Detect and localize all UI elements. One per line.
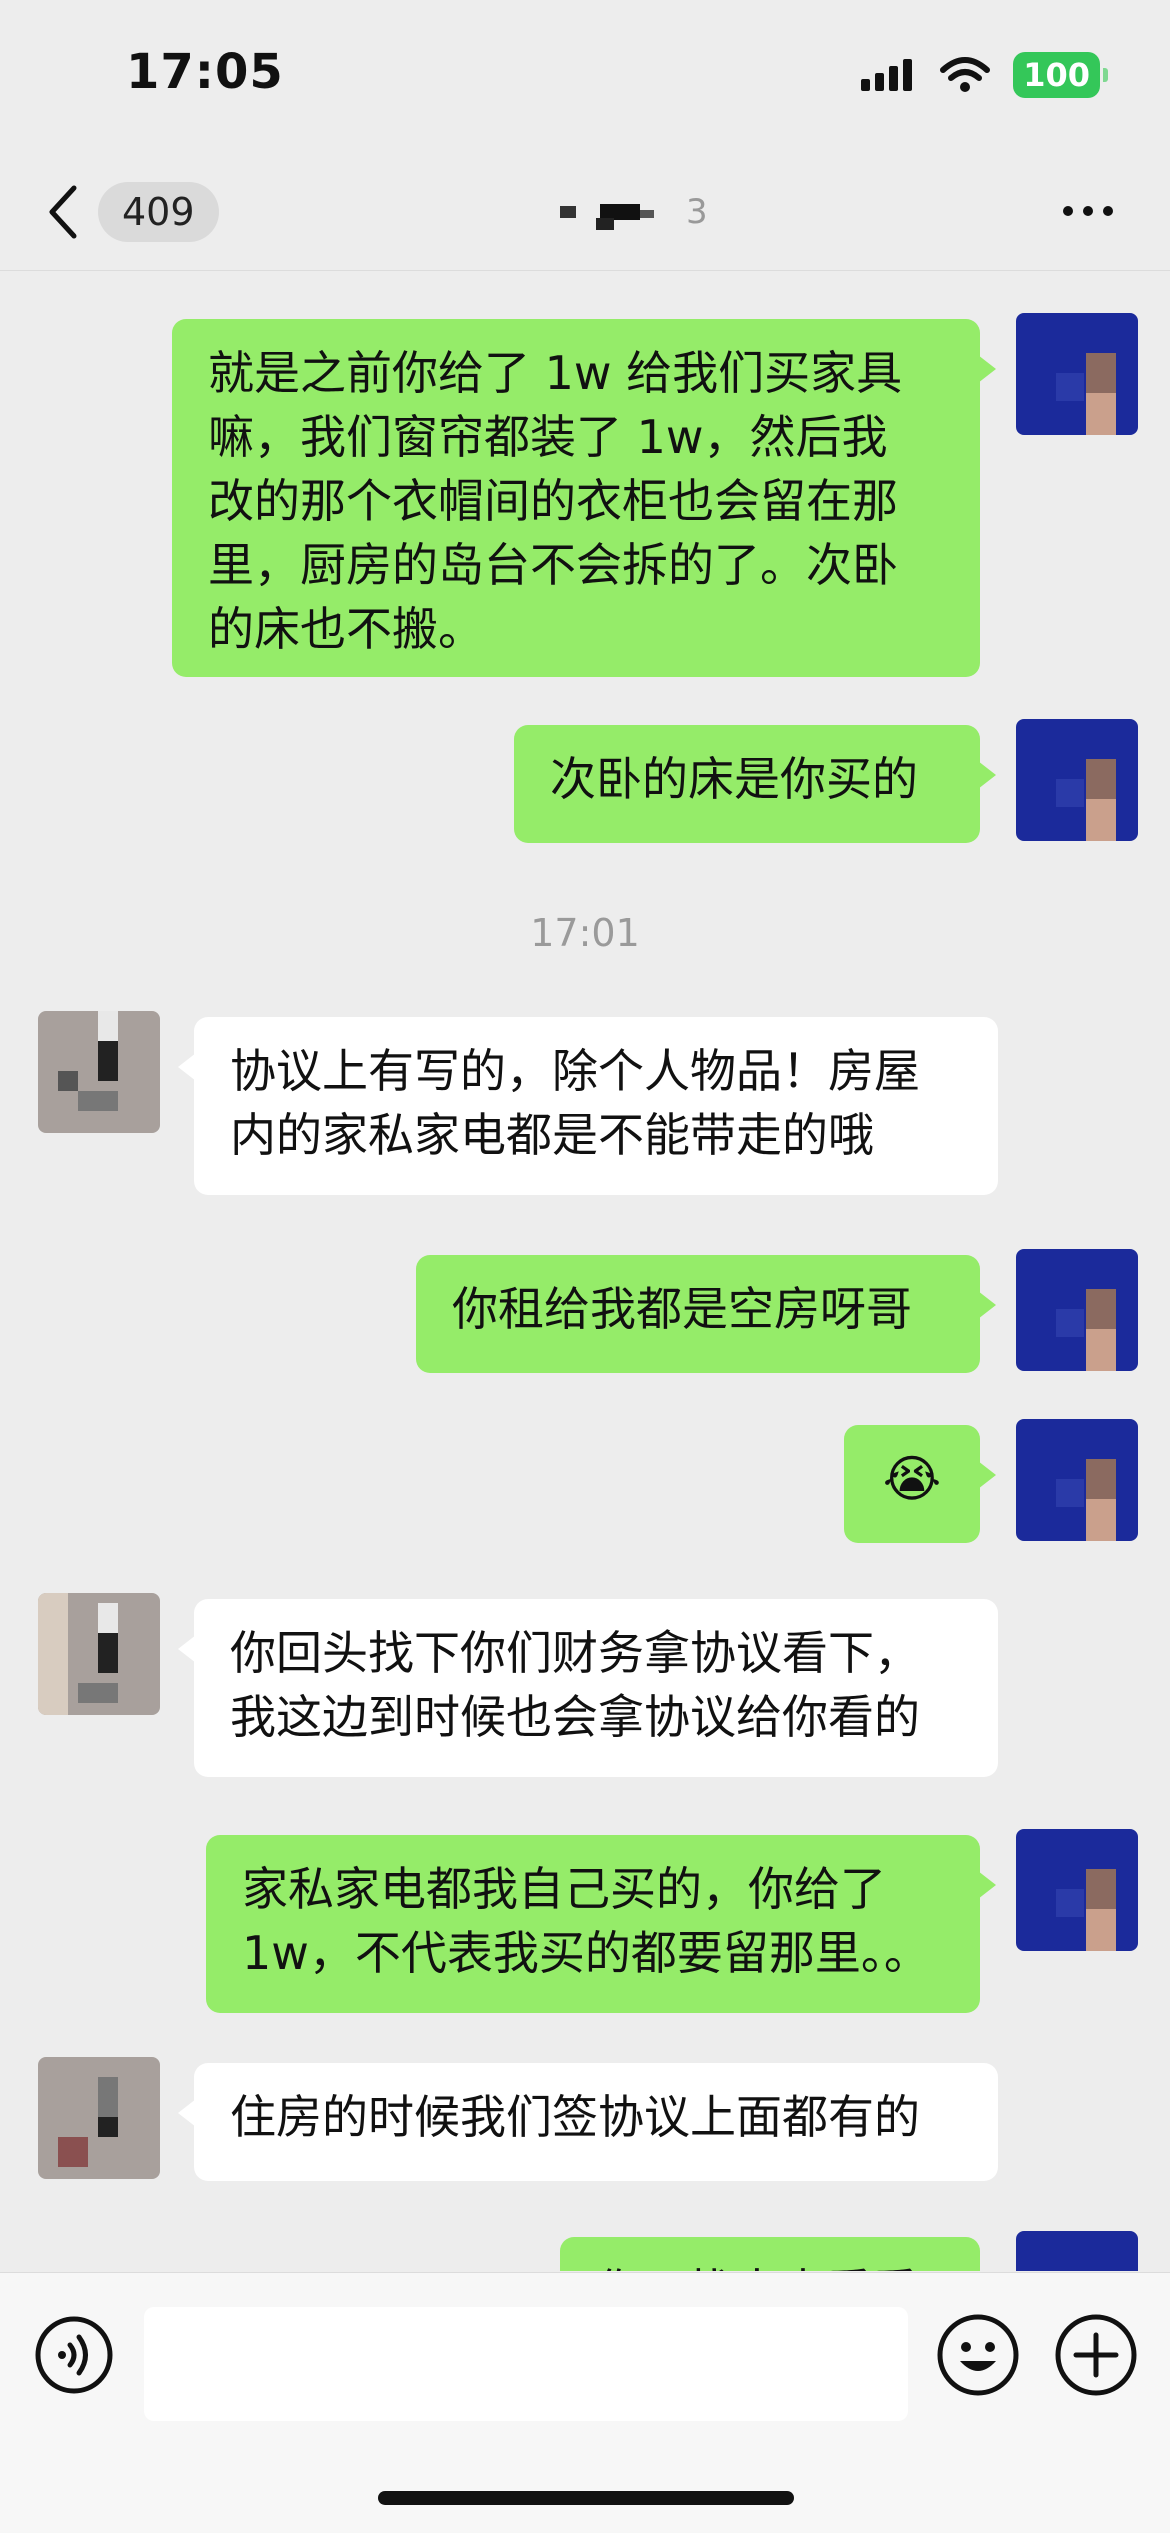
message-bubble-sent[interactable]: 你可找出来看看 — [560, 2237, 980, 2271]
message-bubble-sent-emoji[interactable]: 😭 — [844, 1425, 996, 1543]
message-bubble-received[interactable]: 住房的时候我们签协议上面都有的 — [178, 2063, 998, 2181]
battery-indicator: 100 — [1013, 52, 1108, 98]
timestamp: 17:01 — [530, 911, 640, 955]
chat-title-suffix: 3 — [686, 192, 708, 232]
input-bar — [0, 2272, 1170, 2533]
contact-avatar[interactable] — [38, 1593, 160, 1715]
self-avatar[interactable] — [1016, 313, 1138, 435]
plus-icon[interactable] — [1054, 2313, 1138, 2397]
self-avatar[interactable] — [1016, 1829, 1138, 1951]
message-bubble-sent[interactable]: 家私家电都我自己买的，你给了 1w，不代表我买的都要留那里。。 — [206, 1835, 996, 2013]
message-list[interactable]: 就是之前你给了 1w 给我们买家具 嘛，我们窗帘都装了 1w，然后我 改的那个衣… — [0, 271, 1170, 2271]
chat-title[interactable]: 3 — [540, 184, 720, 244]
status-icons: 100 — [859, 52, 1108, 98]
more-dots-icon[interactable] — [1058, 186, 1118, 236]
status-bar: 17:05 100 — [0, 0, 1170, 150]
self-avatar[interactable] — [1016, 719, 1138, 841]
self-avatar[interactable] — [1016, 1249, 1138, 1371]
home-indicator — [378, 2491, 794, 2505]
message-bubble-sent[interactable]: 次卧的床是你买的 — [514, 725, 996, 843]
self-avatar[interactable] — [1016, 1419, 1138, 1541]
self-avatar[interactable] — [1016, 2231, 1138, 2271]
message-bubble-received[interactable]: 协议上有写的，除个人物品！房屋 内的家私家电都是不能带走的哦 — [178, 1017, 998, 1195]
message-bubble-sent[interactable]: 你租给我都是空房呀哥 — [416, 1255, 996, 1373]
contact-avatar[interactable] — [38, 1011, 160, 1133]
voice-icon[interactable] — [34, 2315, 114, 2395]
emoji-icon[interactable] — [936, 2313, 1020, 2397]
chevron-left-icon[interactable] — [44, 182, 84, 242]
wifi-icon — [940, 57, 991, 92]
chat-header: 409 3 — [0, 150, 1170, 271]
unread-count-badge[interactable]: 409 — [98, 182, 219, 242]
contact-avatar[interactable] — [38, 2057, 160, 2179]
message-bubble-received[interactable]: 你回头找下你们财务拿协议看下， 我这边到时候也会拿协议给你看的 — [178, 1599, 998, 1777]
message-input[interactable] — [144, 2307, 908, 2421]
message-bubble-sent[interactable]: 就是之前你给了 1w 给我们买家具 嘛，我们窗帘都装了 1w，然后我 改的那个衣… — [172, 319, 996, 677]
status-time: 17:05 — [126, 44, 284, 100]
signal-icon — [861, 59, 913, 91]
